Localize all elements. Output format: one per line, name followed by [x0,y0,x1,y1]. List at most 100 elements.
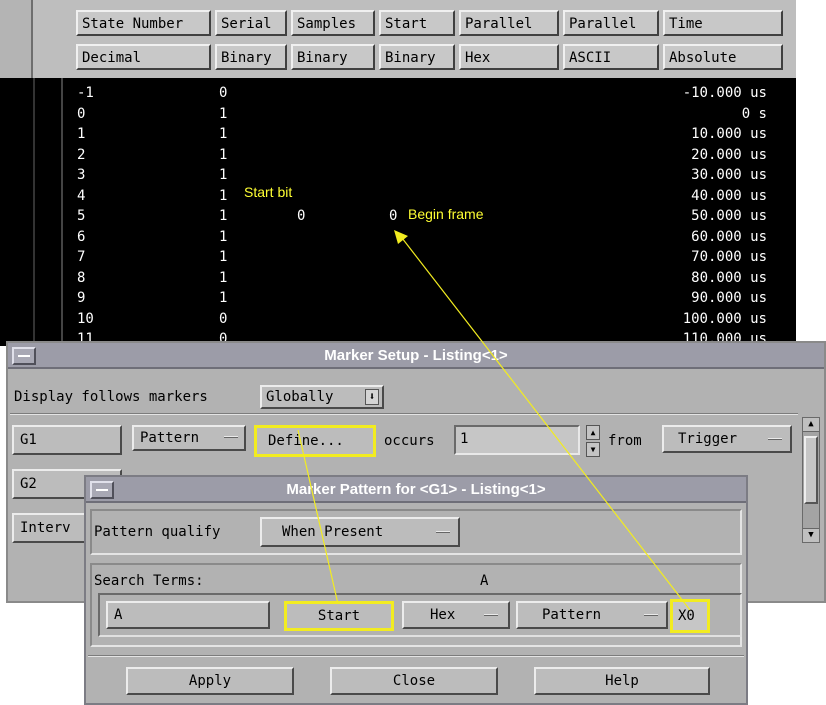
listing-row[interactable]: 5 1 0 0 50.000 us [33,206,771,226]
serial-cell: 0 [219,85,228,101]
parallel-hex-cell: 0 [389,208,398,224]
listing-window: State Number Serial Samples Start Parall… [0,0,796,347]
state-number-cell: 9 [77,290,86,306]
col-state-number-format[interactable]: Decimal [76,44,211,70]
window-menu-icon[interactable] [12,347,36,365]
term-type-select[interactable]: Pattern [516,601,668,629]
divider [88,655,744,657]
state-number-cell: 3 [77,167,86,183]
state-number-cell: 1 [77,126,86,142]
scroll-thumb[interactable] [804,436,818,504]
serial-cell: 1 [219,126,228,142]
apply-button[interactable]: Apply [126,667,294,695]
display-follows-value: Globally [266,389,334,405]
col-parallel-ascii-button[interactable]: Parallel [563,10,659,36]
listing-row[interactable]: 9 1 90.000 us [33,288,771,308]
time-cell: -10.000 us [682,85,767,101]
listing-row[interactable]: 4 1 40.000 us [33,186,771,206]
time-cell: 10.000 us [691,126,767,142]
serial-cell: 1 [219,187,228,204]
window-menu-icon[interactable] [90,481,114,499]
serial-cell: 1 [219,228,228,245]
term-value-input[interactable]: X0 [670,599,710,633]
option-menu-icon [768,438,782,440]
col-time-button[interactable]: Time [663,10,783,36]
display-follows-label: Display follows markers [14,389,208,405]
occurs-input[interactable]: 1 [454,425,580,455]
spin-down-icon[interactable]: ▼ [586,442,600,457]
serial-cell: 1 [219,105,228,122]
col-samples-format[interactable]: Binary [291,44,375,70]
serial-cell: 0 [219,310,228,327]
close-button[interactable]: Close [330,667,498,695]
option-menu-icon [436,531,450,533]
marker-setup-titlebar[interactable]: Marker Setup - Listing<1> [8,343,824,369]
occurs-value: 1 [460,431,469,447]
listing-header-gutter [0,0,33,78]
marker-setup-title: Marker Setup - Listing<1> [324,347,508,364]
from-value: Trigger [678,431,738,447]
spin-up-icon[interactable]: ▲ [586,425,600,440]
time-cell: 100.000 us [682,310,767,327]
option-menu-icon [484,614,498,616]
display-follows-select[interactable]: Globally ⬇ [260,385,384,409]
listing-row[interactable]: 7 1 70.000 us [33,247,771,267]
state-number-cell: 2 [77,146,86,163]
marker-mode-value: Pattern [140,430,200,446]
term-label-button[interactable]: Start [284,601,394,631]
time-cell: 90.000 us [691,290,767,306]
scroll-down-icon[interactable]: ▼ [803,528,819,542]
listing-row[interactable]: 8 1 80.000 us [33,268,771,288]
marker-list-scrollbar[interactable]: ▲ ▼ [802,417,820,543]
time-cell: 0 s [741,105,767,122]
search-terms-value: A [480,573,489,589]
col-time-format[interactable]: Absolute [663,44,783,70]
serial-cell: 1 [219,208,228,224]
option-menu-icon [224,436,238,438]
listing-row[interactable]: 2 1 20.000 us [33,145,771,165]
from-select[interactable]: Trigger [662,425,792,453]
scroll-up-icon[interactable]: ▲ [803,418,819,432]
state-number-cell: 6 [77,228,86,245]
pattern-qualify-select[interactable]: When Present [260,517,460,547]
col-start-format[interactable]: Binary [379,44,455,70]
col-samples-button[interactable]: Samples [291,10,375,36]
listing-row[interactable]: 6 1 60.000 us [33,227,771,247]
listing-row[interactable]: 10 0 100.000 us [33,309,771,329]
start-bit-annotation: Start bit [244,184,293,200]
state-number-cell: 10 [77,310,94,327]
marker-pattern-title: Marker Pattern for <G1> - Listing<1> [286,481,546,498]
term-base-value: Hex [430,607,456,623]
marker-pattern-dialog: Marker Pattern for <G1> - Listing<1> Pat… [84,475,748,705]
from-label: from [608,433,642,449]
serial-cell: 1 [219,249,228,265]
marker-g1-button[interactable]: G1 [12,425,122,455]
pattern-qualify-value: When Present [282,524,384,540]
listing-row[interactable]: 0 1 0 s [33,104,771,124]
arrow-down-icon: ⬇ [365,389,379,405]
listing-row[interactable]: -1 0 -10.000 us [33,83,771,103]
col-parallel-hex-format[interactable]: Hex [459,44,559,70]
serial-cell: 1 [219,167,228,183]
col-parallel-hex-button[interactable]: Parallel [459,10,559,36]
state-number-cell: 4 [77,187,86,204]
listing-row[interactable]: 1 1 10.000 us [33,124,771,144]
search-terms-label: Search Terms: [94,573,204,589]
define-button[interactable]: Define... [254,425,376,457]
term-name-button[interactable]: A [106,601,270,629]
marker-pattern-titlebar[interactable]: Marker Pattern for <G1> - Listing<1> [86,477,746,503]
begin-frame-annotation: Begin frame [408,206,484,222]
col-state-number-button[interactable]: State Number [76,10,211,36]
listing-row[interactable]: 3 1 30.000 us [33,165,771,185]
col-serial-format[interactable]: Binary [215,44,287,70]
col-parallel-ascii-format[interactable]: ASCII [563,44,659,70]
state-number-cell: 5 [77,208,86,224]
col-start-button[interactable]: Start [379,10,455,36]
marker-mode-select[interactable]: Pattern [132,425,246,451]
help-button[interactable]: Help [534,667,710,695]
occurs-spinner[interactable]: ▲ ▼ [586,425,600,457]
pattern-qualify-label: Pattern qualify [94,524,221,540]
state-number-cell: 8 [77,269,86,286]
term-base-select[interactable]: Hex [402,601,510,629]
col-serial-button[interactable]: Serial [215,10,287,36]
